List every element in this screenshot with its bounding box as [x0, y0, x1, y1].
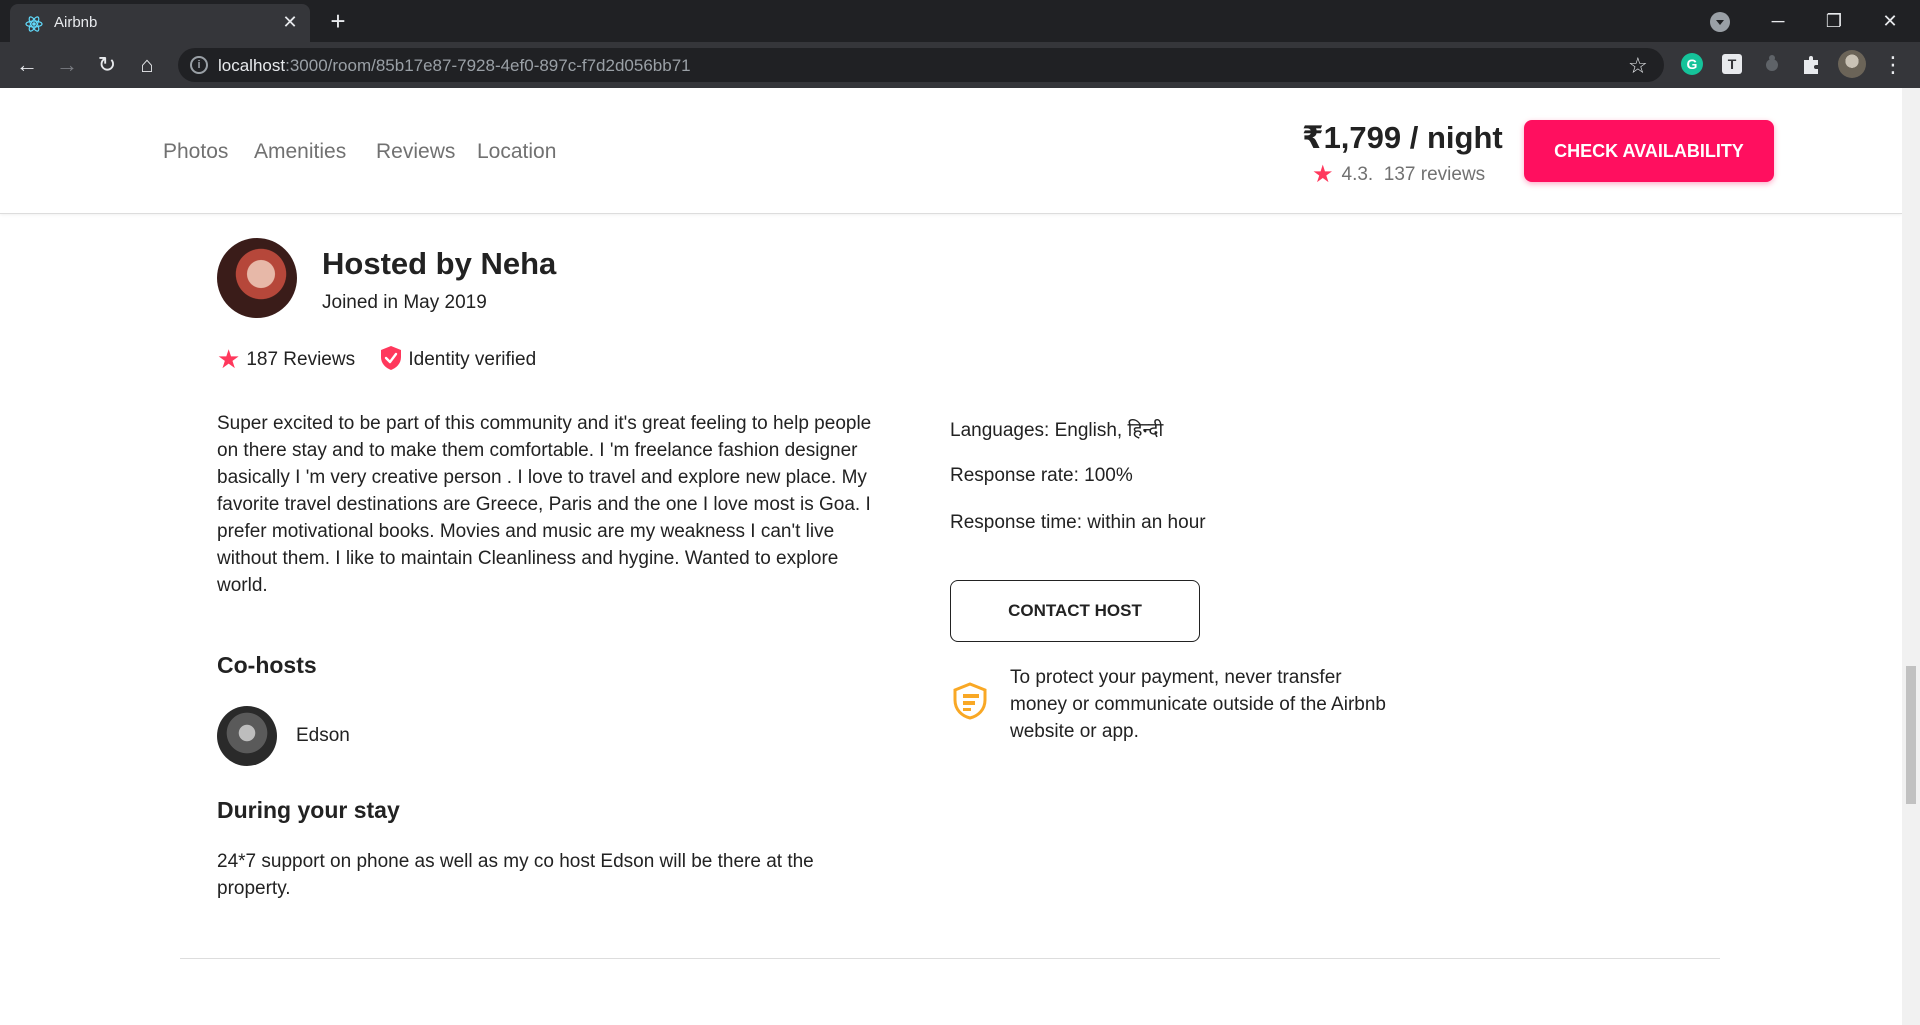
host-badges: ★ 187 Reviews Identity verified — [217, 344, 536, 375]
address-bar[interactable]: i localhost:3000/room/85b17e87-7928-4ef0… — [178, 48, 1664, 82]
tab-title: Airbnb — [54, 14, 98, 31]
during-stay-text: 24*7 support on phone as well as my co h… — [217, 851, 814, 899]
payment-protection-text: To protect your payment, never transfer … — [1010, 667, 1386, 742]
extension-t-icon[interactable]: T — [1720, 52, 1744, 76]
browser-toolbar: ← → ↻ ⌂ i localhost:3000/room/85b17e87-7… — [0, 42, 1920, 88]
restore-button[interactable]: ❐ — [1814, 6, 1854, 36]
verified-shield-icon — [381, 346, 402, 370]
identity-verified-label: Identity verified — [408, 349, 537, 370]
check-availability-button[interactable]: CHECK AVAILABILITY — [1524, 120, 1774, 182]
home-icon[interactable]: ⌂ — [132, 50, 162, 80]
close-window-button[interactable]: ✕ — [1870, 6, 1910, 36]
star-icon: ★ — [1312, 161, 1334, 188]
url-text: localhost:3000/room/85b17e87-7928-4ef0-8… — [218, 56, 691, 75]
close-tab-icon[interactable]: ✕ — [280, 12, 300, 32]
cohosts-heading: Co-hosts — [217, 652, 317, 678]
host-about: Super excited to be part of this communi… — [217, 413, 872, 596]
svg-text:G: G — [1687, 56, 1698, 72]
browser-tab[interactable]: Airbnb ✕ — [10, 4, 310, 42]
host-languages: Languages: English, हिन्दी — [950, 420, 1164, 441]
cohost-name: Edson — [296, 725, 350, 746]
page-scrollbar[interactable] — [1902, 88, 1920, 1025]
rating-summary: ★ 4.3. 137 reviews — [1312, 160, 1485, 189]
profile-avatar[interactable] — [1838, 50, 1866, 78]
host-review-count: 187 Reviews — [246, 349, 356, 370]
sticky-subnav: Photos Amenities Reviews Location ₹1,799… — [0, 88, 1902, 214]
info-icon[interactable]: i — [190, 56, 208, 74]
host-avatar[interactable] — [217, 238, 297, 318]
subnav-photos[interactable]: Photos — [163, 140, 228, 164]
bug-extension-icon[interactable] — [1760, 52, 1784, 76]
reload-icon[interactable]: ↻ — [92, 50, 122, 80]
browser-tabbar: Airbnb ✕ + ─ ❐ ✕ — [0, 0, 1920, 42]
star-icon: ★ — [217, 344, 241, 374]
subnav-reviews[interactable]: Reviews — [376, 140, 455, 164]
new-tab-button[interactable]: + — [324, 8, 352, 36]
tab-search-icon[interactable] — [1710, 12, 1730, 32]
contact-host-button[interactable]: CONTACT HOST — [950, 580, 1200, 642]
menu-kebab-icon[interactable]: ⋮ — [1878, 50, 1908, 80]
svg-text:T: T — [1728, 56, 1737, 72]
grammarly-icon[interactable]: G — [1680, 52, 1704, 76]
host-response-time: Response time: within an hour — [950, 512, 1206, 533]
host-title: Hosted by Neha — [322, 246, 557, 281]
back-icon[interactable]: ← — [12, 50, 42, 80]
review-count[interactable]: 137 reviews — [1384, 164, 1485, 185]
host-response-rate: Response rate: 100% — [950, 465, 1133, 486]
host-joined-date: Joined in May 2019 — [322, 292, 487, 313]
bookmark-star-icon[interactable]: ☆ — [1628, 53, 1648, 79]
forward-icon[interactable]: → — [52, 50, 82, 80]
extensions-puzzle-icon[interactable] — [1800, 52, 1824, 76]
rating-value: 4.3. — [1341, 164, 1374, 185]
page-content: Photos Amenities Reviews Location ₹1,799… — [0, 88, 1902, 1025]
section-divider — [180, 958, 1720, 959]
subnav-location[interactable]: Location — [477, 140, 556, 164]
payment-protection-icon — [953, 682, 987, 720]
react-icon — [25, 16, 43, 32]
subnav-amenities[interactable]: Amenities — [254, 140, 346, 164]
minimize-button[interactable]: ─ — [1758, 6, 1798, 36]
nightly-price: ₹1,799 / night — [1302, 120, 1503, 155]
during-stay-heading: During your stay — [217, 797, 400, 823]
cohost-avatar[interactable] — [217, 706, 277, 766]
scrollbar-thumb[interactable] — [1906, 666, 1916, 804]
